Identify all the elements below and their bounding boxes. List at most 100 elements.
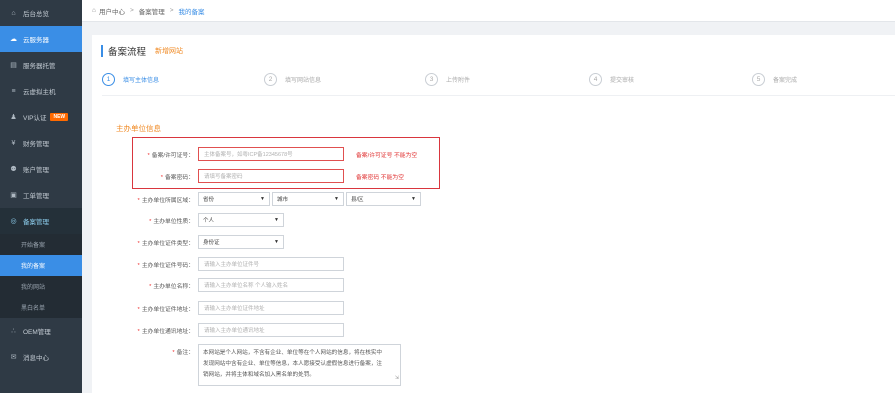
submenu-blackwhite-list[interactable]: 黑白名单 <box>0 297 82 318</box>
submenu-my-sites[interactable]: 我的网站 <box>0 276 82 297</box>
select-value: 个人 <box>203 218 215 224</box>
step-number: 5 <box>752 73 765 86</box>
section-title: 主办单位信息 <box>116 124 161 133</box>
step-number: 2 <box>264 73 277 86</box>
record-icon: ◎ <box>10 218 17 225</box>
select-value: 城市 <box>277 197 289 203</box>
caret-down-icon: ▼ <box>260 196 265 202</box>
share-icon: ∴ <box>11 328 16 335</box>
sidebar-item-label: 备案管理 <box>23 219 49 226</box>
caret-down-icon: ▼ <box>411 196 416 202</box>
field-label: * 备案/许可证号： <box>147 152 194 159</box>
breadcrumb-home[interactable]: 用户中心 <box>99 6 125 16</box>
cloud-icon: ☁ <box>10 36 17 43</box>
resize-grip-icon[interactable]: ⇲ <box>395 373 399 384</box>
breadcrumb-records[interactable]: 备案管理 <box>139 6 165 16</box>
mail-address-input[interactable]: 请输入主办单位通讯地址 <box>198 323 344 337</box>
caret-down-icon: ▼ <box>274 217 279 223</box>
required-mark: * <box>137 328 140 335</box>
sidebar-item-label: OEM管理 <box>23 329 51 336</box>
license-error-message: 备案/许可证号 不能为空 <box>356 152 418 159</box>
remark-textarea[interactable]: 本网站是个人网站，不含有企业、单位等在个人网站的信息，将在核实中 发现网站中含有… <box>198 344 401 386</box>
sidebar-item-label: 云虚拟主机 <box>23 89 56 96</box>
city-select[interactable]: 城市 ▼ <box>272 192 344 206</box>
unit-name-row: * 主办单位名称： 请输入主办单位名称 个人输入姓名 <box>92 278 344 292</box>
step-4: 4 提交审核 <box>589 73 634 86</box>
license-number-input[interactable]: 主体备案号，如粤ICP备12345678号 <box>198 147 344 161</box>
sidebar-item-messages[interactable]: ✉ 消息中心 <box>0 344 82 370</box>
app-root: ⌂ 后台总览 ☁ 云服务器 ▤ 服务器托管 ≡ 云虚拟主机 ♟ VIP认证 NE… <box>0 0 895 393</box>
sidebar-item-account[interactable]: ⚉ 账户管理 <box>0 156 82 182</box>
submenu-my-records[interactable]: 我的备案 <box>0 255 82 276</box>
field-label: * 主办单位所属区域： <box>137 197 194 204</box>
required-mark: * <box>172 350 175 356</box>
sidebar-item-vip[interactable]: ♟ VIP认证 NEW <box>0 104 82 130</box>
record-password-input[interactable]: 请填写备案密码 <box>198 169 344 183</box>
province-select[interactable]: 省份 ▼ <box>198 192 270 206</box>
step-2: 2 填写网站信息 <box>264 73 321 86</box>
required-mark: * <box>137 262 140 269</box>
cert-address-input[interactable]: 请输入主办单位证件地址 <box>198 301 344 315</box>
step-number: 4 <box>589 73 602 86</box>
page-title: 备案流程 <box>108 47 147 58</box>
field-label: * 主办单位名称： <box>149 283 194 290</box>
home-icon: ⌂ <box>92 7 96 14</box>
required-mark: * <box>149 218 152 225</box>
sidebar-item-virtual-host[interactable]: ≡ 云虚拟主机 <box>0 78 82 104</box>
step-3: 3 上传附件 <box>425 73 470 86</box>
cert-type-row: * 主办单位证件类型： 身份证 ▼ <box>92 235 286 249</box>
unit-nature-select[interactable]: 个人 ▼ <box>198 213 284 227</box>
sidebar-item-label: 服务器托管 <box>23 63 56 70</box>
step-label: 备案完成 <box>773 78 798 84</box>
unit-name-input[interactable]: 请输入主办单位名称 个人输入姓名 <box>198 278 344 292</box>
sidebar-item-label: 后台总览 <box>23 11 49 18</box>
field-label: * 主办单位通讯地址： <box>137 328 194 335</box>
password-row: * 备案密码： 请填写备案密码 备案密码 不能为空 <box>92 169 404 183</box>
field-label: * 主办单位证件地址： <box>137 306 194 313</box>
caret-down-icon: ▼ <box>334 196 339 202</box>
main-panel: 备案流程 新增网站 1 填写主体信息 2 填写网站信息 3 上传附件 4 提交审… <box>92 35 895 393</box>
cert-address-row: * 主办单位证件地址： 请输入主办单位证件地址 <box>92 301 344 315</box>
panel-header: 备案流程 新增网站 <box>101 45 183 58</box>
host-icon: ≡ <box>11 87 16 95</box>
sidebar-item-records[interactable]: ◎ 备案管理 <box>0 208 82 234</box>
ticket-icon: ▣ <box>10 192 17 199</box>
remark-line: 本网站是个人网站，不含有企业、单位等在个人网站的信息，将在核实中 <box>203 350 383 356</box>
title-accent-bar <box>101 45 103 57</box>
step-indicator: 1 填写主体信息 2 填写网站信息 3 上传附件 4 提交审核 5 备案完成 <box>102 73 895 96</box>
sidebar-item-cloud-server[interactable]: ☁ 云服务器 <box>0 26 82 52</box>
submenu-start-record[interactable]: 开始备案 <box>0 234 82 255</box>
step-label: 上传附件 <box>446 78 471 84</box>
required-mark: * <box>137 197 140 204</box>
field-label: * 主办单位证件号码： <box>137 262 194 269</box>
password-error-message: 备案密码 不能为空 <box>356 174 404 181</box>
step-number: 1 <box>102 73 115 86</box>
step-label: 填写网站信息 <box>285 78 322 84</box>
yen-icon: ¥ <box>11 139 16 147</box>
cert-number-input[interactable]: 请输入主办单位证件号 <box>198 257 344 271</box>
sidebar-item-hosting[interactable]: ▤ 服务器托管 <box>0 52 82 78</box>
step-5: 5 备案完成 <box>752 73 797 86</box>
field-label: * 备注： <box>172 350 194 356</box>
mail-address-row: * 主办单位通讯地址： 请输入主办单位通讯地址 <box>92 323 344 337</box>
step-label: 填写主体信息 <box>123 78 160 84</box>
sidebar-item-tickets[interactable]: ▣ 工单管理 <box>0 182 82 208</box>
add-site-link[interactable]: 新增网站 <box>155 46 183 56</box>
breadcrumb-current: 我的备案 <box>178 8 205 16</box>
nature-row: * 主办单位性质： 个人 ▼ <box>92 213 286 227</box>
sidebar-item-finance[interactable]: ¥ 财务管理 <box>0 130 82 156</box>
region-row: * 主办单位所属区域： 省份 ▼ 城市 ▼ 县/区 ▼ <box>92 192 423 206</box>
new-badge: NEW <box>50 113 69 121</box>
district-select[interactable]: 县/区 ▼ <box>346 192 421 206</box>
breadcrumb: ⌂ 用户中心 > 备案管理 > 我的备案 <box>82 0 895 22</box>
step-label: 提交审核 <box>610 78 635 84</box>
sidebar-item-overview[interactable]: ⌂ 后台总览 <box>0 0 82 26</box>
sidebar-item-oem[interactable]: ∴ OEM管理 <box>0 318 82 344</box>
sidebar-item-label: 消息中心 <box>23 355 49 362</box>
cert-type-select[interactable]: 身份证 ▼ <box>198 235 284 249</box>
required-mark: * <box>137 240 140 247</box>
remark-line: 销网站，并将主体和域名加入黑名单的处罚。 <box>203 372 315 378</box>
message-icon: ✉ <box>10 354 17 361</box>
caret-down-icon: ▼ <box>274 239 279 245</box>
sidebar-item-label: VIP认证 <box>23 115 47 122</box>
